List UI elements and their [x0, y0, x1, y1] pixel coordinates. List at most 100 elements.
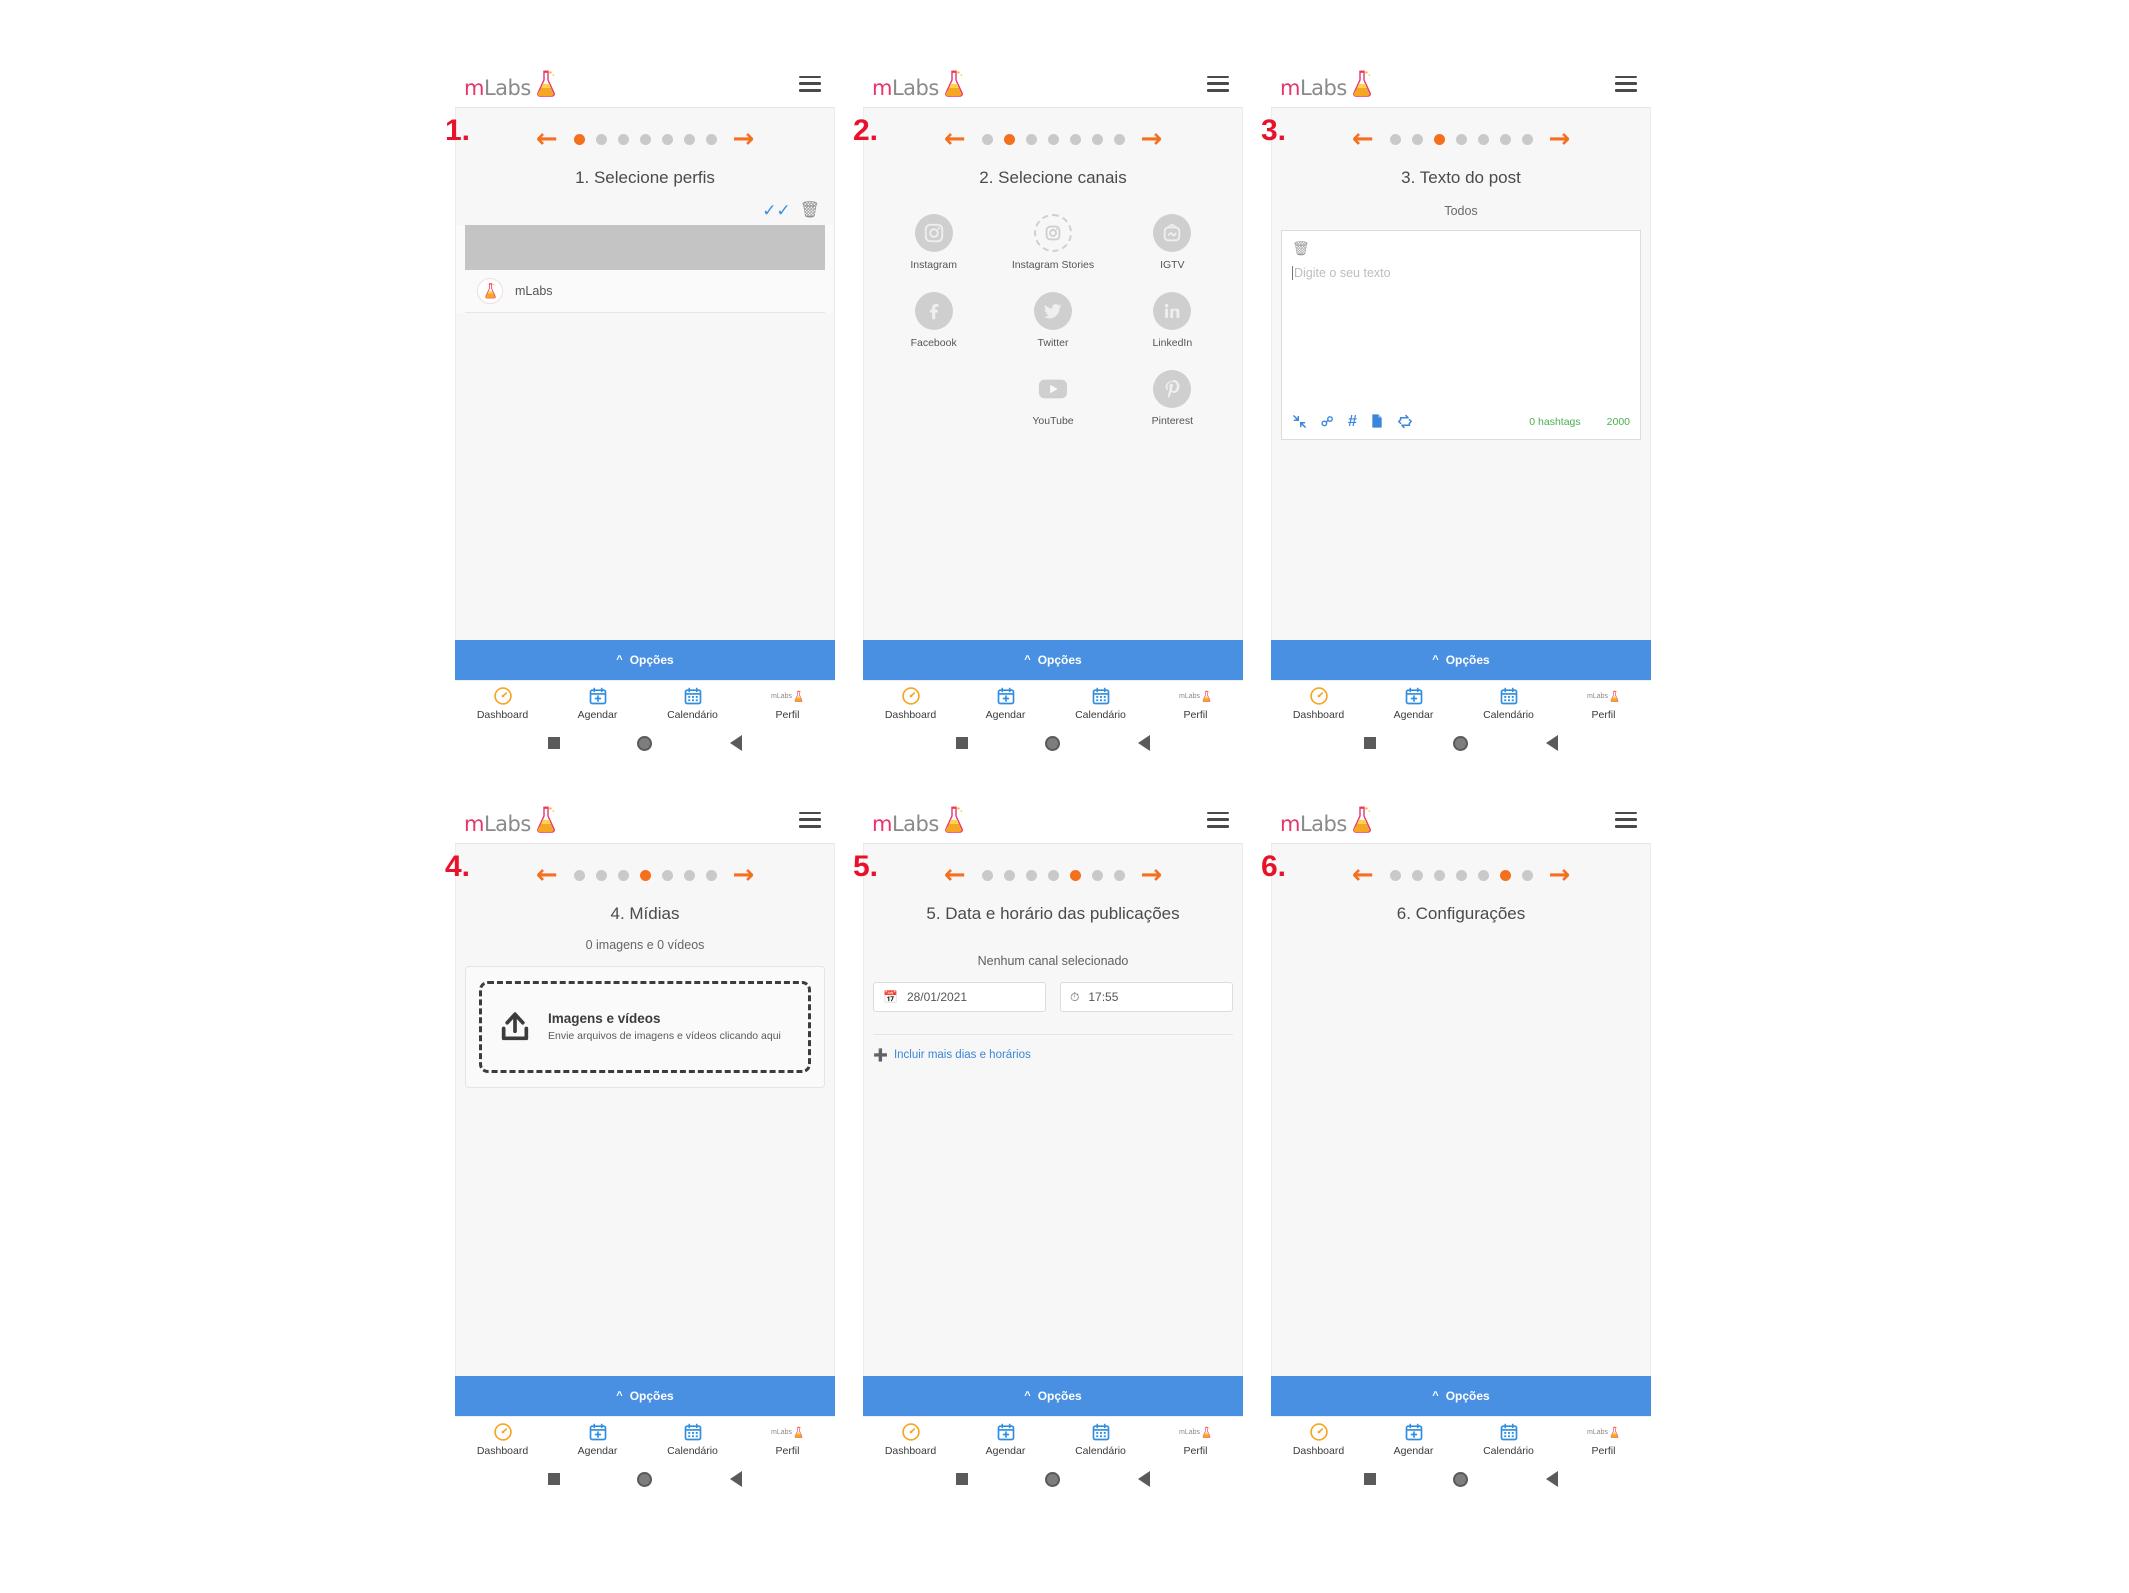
upload-dropzone[interactable]: Imagens e vídeos Envie arquivos de image… — [479, 981, 811, 1073]
step-dot-6[interactable] — [683, 869, 695, 881]
double-check-icon[interactable]: ✓✓ — [762, 202, 791, 219]
tab-calendrio[interactable]: Calendário — [1053, 681, 1148, 726]
trash-icon[interactable]: 🗑 — [800, 202, 820, 219]
circle-icon[interactable] — [1045, 1471, 1061, 1487]
collapse-icon[interactable] — [1292, 414, 1307, 429]
triangle-back-icon[interactable] — [1546, 1471, 1559, 1487]
tab-agendar[interactable]: Agendar — [550, 1417, 645, 1462]
tab-perfil[interactable]: mLabs Perfil — [740, 1417, 835, 1462]
tab-dashboard[interactable]: Dashboard — [863, 681, 958, 726]
tab-dashboard[interactable]: Dashboard — [455, 681, 550, 726]
triangle-back-icon[interactable] — [1546, 735, 1559, 751]
step-dot-4[interactable] — [1047, 133, 1059, 145]
triangle-back-icon[interactable] — [1138, 1471, 1151, 1487]
prev-step-arrow[interactable]: ← — [928, 862, 982, 888]
square-icon[interactable] — [955, 737, 968, 749]
options-bar[interactable]: ^ Opções — [1271, 1376, 1651, 1416]
add-more-dates-button[interactable]: ➕ Incluir mais dias e horários — [873, 1034, 1233, 1062]
step-dot-6[interactable] — [1499, 133, 1511, 145]
next-step-arrow[interactable]: → — [1125, 126, 1179, 152]
step-dot-7[interactable] — [705, 869, 717, 881]
hamburger-menu-icon[interactable] — [1615, 75, 1637, 92]
channel-twitter[interactable]: Twitter — [993, 286, 1112, 350]
triangle-back-icon[interactable] — [730, 1471, 743, 1487]
tab-agendar[interactable]: Agendar — [1366, 1417, 1461, 1462]
step-dot-5[interactable] — [1477, 133, 1489, 145]
circle-icon[interactable] — [637, 735, 653, 751]
square-icon[interactable] — [547, 1473, 560, 1485]
tab-calendrio[interactable]: Calendário — [1461, 1417, 1556, 1462]
step-dot-2[interactable] — [595, 133, 607, 145]
next-step-arrow[interactable]: → — [1125, 862, 1179, 888]
channel-pinterest[interactable]: Pinterest — [1113, 364, 1232, 428]
step-dot-5[interactable] — [661, 869, 673, 881]
options-bar[interactable]: ^ Opções — [455, 1376, 835, 1416]
step-dot-4[interactable] — [1455, 133, 1467, 145]
step-dot-3[interactable] — [1433, 869, 1445, 881]
mlabs-logo[interactable]: mLabs — [464, 68, 559, 99]
square-icon[interactable] — [547, 737, 560, 749]
mlabs-logo[interactable]: mLabs — [872, 68, 967, 99]
step-dot-6[interactable] — [1091, 133, 1103, 145]
tab-agendar[interactable]: Agendar — [550, 681, 645, 726]
trash-icon[interactable]: 🗑 — [1292, 240, 1310, 256]
step-dot-1[interactable] — [981, 869, 993, 881]
hamburger-menu-icon[interactable] — [1207, 811, 1229, 828]
tab-perfil[interactable]: mLabs Perfil — [1148, 1417, 1243, 1462]
prev-step-arrow[interactable]: ← — [928, 126, 982, 152]
step-dot-1[interactable] — [1389, 869, 1401, 881]
step-dot-1[interactable] — [573, 869, 585, 881]
step-dot-7[interactable] — [1113, 869, 1125, 881]
step-dot-2[interactable] — [1411, 133, 1423, 145]
triangle-back-icon[interactable] — [730, 735, 743, 751]
step-dot-2[interactable] — [595, 869, 607, 881]
document-icon[interactable] — [1370, 413, 1384, 429]
hamburger-menu-icon[interactable] — [799, 75, 821, 92]
tab-dashboard[interactable]: Dashboard — [455, 1417, 550, 1462]
options-bar[interactable]: ^ Opções — [863, 640, 1243, 680]
step-dot-7[interactable] — [1521, 133, 1533, 145]
step-dot-2[interactable] — [1003, 133, 1015, 145]
tab-agendar[interactable]: Agendar — [1366, 681, 1461, 726]
tab-perfil[interactable]: mLabs Perfil — [1556, 681, 1651, 726]
step-dot-1[interactable] — [981, 133, 993, 145]
circle-icon[interactable] — [1453, 1471, 1469, 1487]
mlabs-logo[interactable]: mLabs — [872, 804, 967, 835]
prev-step-arrow[interactable]: ← — [1336, 126, 1390, 152]
step-dot-3[interactable] — [617, 133, 629, 145]
step-dot-7[interactable] — [1521, 869, 1533, 881]
tab-calendrio[interactable]: Calendário — [645, 1417, 740, 1462]
hamburger-menu-icon[interactable] — [1207, 75, 1229, 92]
post-text-editor[interactable]: 🗑 Digite o seu texto # 0 hashtags 2000 — [1281, 230, 1641, 440]
tab-perfil[interactable]: mLabs Perfil — [740, 681, 835, 726]
hamburger-menu-icon[interactable] — [1615, 811, 1637, 828]
square-icon[interactable] — [955, 1473, 968, 1485]
tab-calendrio[interactable]: Calendário — [645, 681, 740, 726]
time-field[interactable]: ⏱ 17:55 — [1060, 982, 1233, 1012]
step-dot-5[interactable] — [1069, 133, 1081, 145]
step-dot-4[interactable] — [639, 869, 651, 881]
tab-dashboard[interactable]: Dashboard — [1271, 1417, 1366, 1462]
channel-youtube[interactable]: YouTube — [993, 364, 1112, 428]
tab-calendrio[interactable]: Calendário — [1461, 681, 1556, 726]
step-dot-7[interactable] — [1113, 133, 1125, 145]
next-step-arrow[interactable]: → — [1533, 862, 1587, 888]
step-dot-3[interactable] — [617, 869, 629, 881]
list-item[interactable]: mLabs — [465, 270, 825, 313]
step-dot-1[interactable] — [573, 133, 585, 145]
channel-instagramstories[interactable]: Instagram Stories — [993, 208, 1112, 272]
repost-icon[interactable] — [1397, 414, 1413, 429]
tab-dashboard[interactable]: Dashboard — [1271, 681, 1366, 726]
tab-perfil[interactable]: mLabs Perfil — [1148, 681, 1243, 726]
step-dot-3[interactable] — [1025, 133, 1037, 145]
step-dot-3[interactable] — [1025, 869, 1037, 881]
options-bar[interactable]: ^ Opções — [863, 1376, 1243, 1416]
triangle-back-icon[interactable] — [1138, 735, 1151, 751]
circle-icon[interactable] — [637, 1471, 653, 1487]
step-dot-3[interactable] — [1433, 133, 1445, 145]
link-icon[interactable] — [1320, 414, 1335, 429]
date-field[interactable]: 📅 28/01/2021 — [873, 982, 1046, 1012]
hamburger-menu-icon[interactable] — [799, 811, 821, 828]
tab-dashboard[interactable]: Dashboard — [863, 1417, 958, 1462]
hashtag-icon[interactable]: # — [1348, 413, 1357, 430]
